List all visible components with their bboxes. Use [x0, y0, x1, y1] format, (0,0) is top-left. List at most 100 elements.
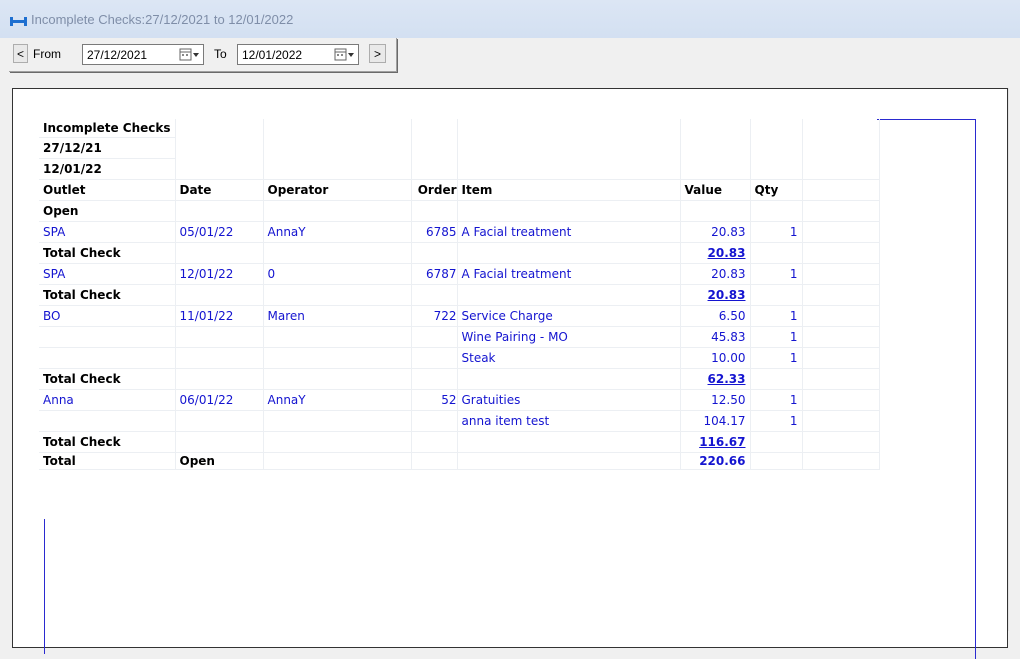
value-cell: 12.50: [680, 389, 751, 411]
order-cell: 52: [411, 389, 458, 411]
qty-cell: 1: [750, 326, 803, 348]
operator-cell: 0: [263, 263, 412, 285]
empty-cell: [802, 347, 880, 369]
table-row[interactable]: Anna 06/01/22 AnnaY 52 Gratuities 12.50 1: [39, 389, 880, 411]
from-date-value: 27/12/2021: [87, 48, 148, 62]
empty-cell: [457, 242, 681, 264]
calendar-dropdown-icon[interactable]: [334, 48, 356, 62]
qty-cell: 1: [750, 347, 803, 369]
to-date-picker[interactable]: 12/01/2022: [237, 44, 359, 65]
item-cell: Gratuities: [457, 389, 681, 411]
next-period-button[interactable]: >: [369, 44, 386, 63]
empty-cell: [411, 242, 458, 264]
empty-cell: [802, 284, 880, 306]
empty-cell: [802, 242, 880, 264]
report-date-to: 12/01/22: [39, 158, 176, 180]
value-cell: 6.50: [680, 305, 751, 327]
previous-period-button[interactable]: <: [13, 44, 28, 63]
total-check-label: Total Check: [39, 368, 176, 390]
item-cell: Service Charge: [457, 305, 681, 327]
from-date-picker[interactable]: 27/12/2021: [82, 44, 204, 65]
value-cell: 104.17: [680, 410, 751, 432]
operator-cell: Maren: [263, 305, 412, 327]
report-date-from: 27/12/21: [39, 137, 176, 159]
value-cell: 45.83: [680, 326, 751, 348]
empty-cell: [263, 284, 412, 306]
date-range-toolbar: < From 27/12/2021 To 12/01/2022 >: [9, 38, 397, 72]
column-header-operator: Operator: [263, 179, 412, 201]
page-border: [877, 119, 976, 120]
empty-cell: [802, 326, 880, 348]
qty-cell: 1: [750, 389, 803, 411]
qty-cell: 1: [750, 221, 803, 243]
date-cell: [175, 410, 264, 432]
empty-cell: [175, 242, 264, 264]
empty-cell: [175, 431, 264, 453]
incomplete-checks-table: Incomplete Checks 27/12/21 12/01/22 Outl…: [39, 119, 880, 470]
table-row[interactable]: anna item test 104.17 1: [39, 410, 880, 432]
empty-cell: [411, 368, 458, 390]
grand-total-row: Total Open 220.66: [39, 452, 880, 470]
date-cell: 11/01/22: [175, 305, 264, 327]
total-check-row: Total Check 20.83: [39, 242, 880, 264]
table-row[interactable]: Wine Pairing - MO 45.83 1: [39, 326, 880, 348]
total-check-label: Total Check: [39, 284, 176, 306]
page-border: [975, 119, 976, 659]
outlet-cell: SPA: [39, 221, 176, 243]
empty-cell: [263, 431, 412, 453]
group-label: Open: [39, 200, 176, 222]
total-check-row: Total Check 62.33: [39, 368, 880, 390]
value-cell: 20.83: [680, 263, 751, 285]
table-row[interactable]: SPA 12/01/22 0 6787 A Facial treatment 20.83 1: [39, 263, 880, 285]
order-cell: [411, 410, 458, 432]
column-header-value: Value: [680, 179, 751, 201]
outlet-cell: [39, 347, 176, 369]
vertical-scrollbar[interactable]: [1008, 88, 1020, 631]
calendar-dropdown-icon[interactable]: [179, 48, 201, 62]
grand-total-value: 220.66: [680, 452, 751, 470]
column-header-date: Date: [175, 179, 264, 201]
item-cell: A Facial treatment: [457, 221, 681, 243]
total-check-label: Total Check: [39, 242, 176, 264]
qty-cell: 1: [750, 410, 803, 432]
table-row[interactable]: BO 11/01/22 Maren 722 Service Charge 6.50 1: [39, 305, 880, 327]
date-cell: [175, 347, 264, 369]
total-check-value[interactable]: 20.83: [680, 284, 751, 306]
item-cell: anna item test: [457, 410, 681, 432]
qty-cell: 1: [750, 305, 803, 327]
outlet-cell: [39, 326, 176, 348]
table-row[interactable]: Steak 10.00 1: [39, 347, 880, 369]
empty-cell: [802, 368, 880, 390]
empty-cell: [263, 242, 412, 264]
total-check-value[interactable]: 62.33: [680, 368, 751, 390]
date-cell: 06/01/22: [175, 389, 264, 411]
total-check-label: Total Check: [39, 431, 176, 453]
item-cell: A Facial treatment: [457, 263, 681, 285]
item-cell: Steak: [457, 347, 681, 369]
order-cell: [411, 326, 458, 348]
outlet-cell: BO: [39, 305, 176, 327]
total-check-value[interactable]: 116.67: [680, 431, 751, 453]
empty-cell: [802, 221, 880, 243]
date-cell: 12/01/22: [175, 263, 264, 285]
outlet-cell: [39, 410, 176, 432]
column-header-order: Order: [411, 179, 458, 201]
outlet-cell: SPA: [39, 263, 176, 285]
grand-total-group: Open: [175, 452, 264, 470]
page-border: [44, 519, 45, 654]
order-cell: 6787: [411, 263, 458, 285]
outlet-cell: Anna: [39, 389, 176, 411]
empty-cell: [457, 431, 681, 453]
value-cell: 20.83: [680, 221, 751, 243]
report-title: Incomplete Checks: [39, 119, 176, 138]
operator-cell: AnnaY: [263, 389, 412, 411]
qty-cell: 1: [750, 263, 803, 285]
column-header-item: Item: [457, 179, 681, 201]
table-row[interactable]: SPA 05/01/22 AnnaY 6785 A Facial treatment 20…: [39, 221, 880, 243]
operator-cell: [263, 410, 412, 432]
empty-cell: [802, 263, 880, 285]
to-label: To: [214, 47, 227, 61]
empty-cell: [802, 389, 880, 411]
report-viewer: Incomplete Checks 27/12/21 12/01/22 Outl…: [12, 88, 1008, 659]
total-check-value[interactable]: 20.83: [680, 242, 751, 264]
